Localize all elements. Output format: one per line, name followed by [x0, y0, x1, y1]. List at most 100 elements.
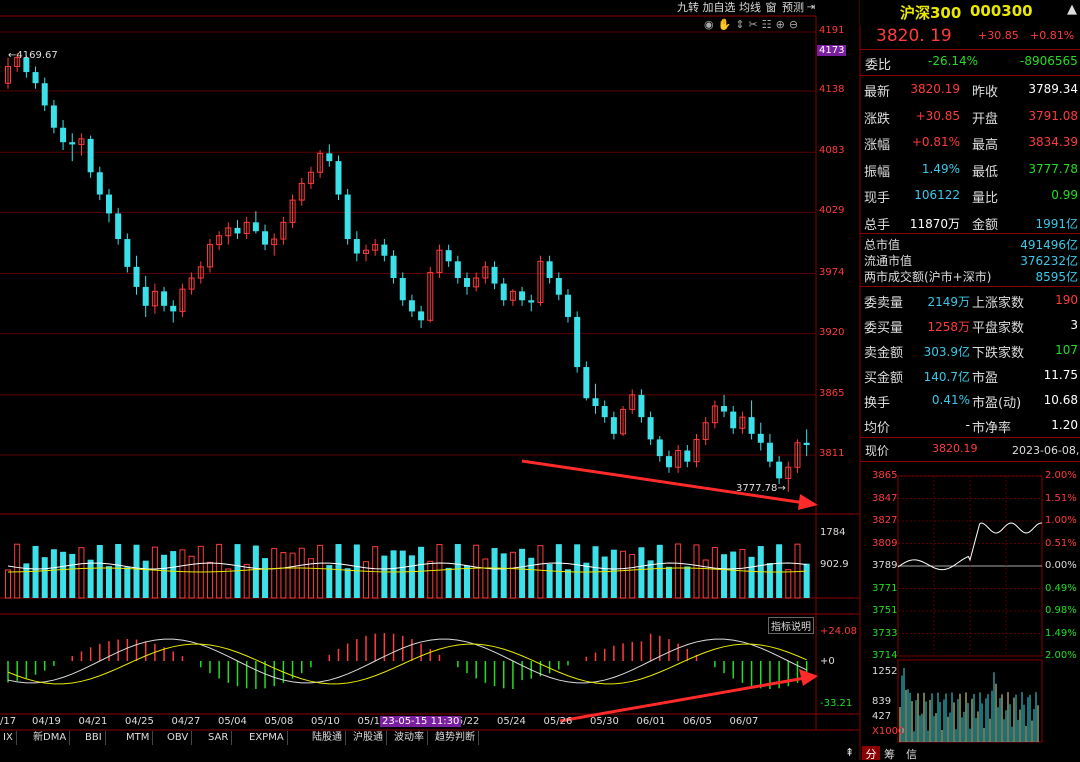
eye-icon[interactable]: ◉: [704, 18, 718, 31]
intraday-vol-label: X1000: [872, 726, 905, 737]
volume-bar: [344, 568, 351, 598]
drag-icon[interactable]: ⇕: [735, 18, 748, 31]
volume-bar: [124, 567, 131, 598]
indicator-tab[interactable]: EXPMA: [246, 731, 288, 745]
volume-bar: [133, 544, 140, 598]
volume-bar: [41, 557, 48, 598]
price-axis-label: 4191: [819, 25, 845, 36]
candle-body: [142, 286, 149, 306]
date-axis-label: 04/25: [125, 716, 154, 727]
date-axis-label: 05/26: [543, 716, 573, 727]
indicator-tab[interactable]: SAR: [205, 731, 233, 745]
volume-bar: [252, 545, 259, 598]
indicator-tab[interactable]: BBI: [82, 731, 106, 745]
indicator-tab[interactable]: 新DMA: [30, 731, 71, 745]
window-button[interactable]: 窗: [764, 0, 778, 16]
candle-body: [50, 105, 57, 128]
candle-body: [326, 153, 333, 162]
indicator-tab[interactable]: 沪股通: [350, 731, 387, 745]
candle-body: [408, 300, 415, 312]
volume-bar: [739, 548, 746, 599]
candle-body: [170, 305, 177, 312]
volume-bar: [776, 544, 783, 598]
quote-label: 买金额: [864, 371, 904, 386]
volume-bar: [307, 558, 314, 599]
quote-label: 涨幅: [864, 138, 891, 153]
ma-button[interactable]: 均线: [738, 0, 762, 16]
quote-label: 最高: [972, 138, 999, 153]
plus-icon[interactable]: ⊕: [776, 18, 789, 31]
zoom-toolbar[interactable]: ◉✋⇕✂☷⊕⊖: [704, 18, 802, 31]
quote-value: 3820.19: [910, 82, 960, 96]
hand-icon[interactable]: ✋: [718, 18, 736, 31]
date-axis-label: 04/21: [78, 716, 108, 727]
volume-bar: [491, 548, 498, 598]
date-axis-label: 05/10: [311, 716, 340, 727]
market-value: 491496亿: [1020, 238, 1078, 252]
quote-value: 11.75: [1043, 368, 1078, 382]
market-value: 8595亿: [1035, 270, 1078, 284]
tab-fen[interactable]: 分: [862, 746, 880, 761]
minus-icon[interactable]: ⊖: [789, 18, 802, 31]
index-title: 沪深300: [900, 4, 962, 22]
quote-value: 140.7亿: [923, 370, 970, 384]
quote-row: 总手 11870万 金额 1991亿: [862, 209, 1080, 235]
intraday-pct-label: 0.98%: [1045, 605, 1077, 616]
candle-body: [638, 394, 645, 418]
market-label: 两市成交额(沪市+深市): [864, 270, 992, 284]
quote-value: 3789.34: [1028, 82, 1078, 96]
add-watchlist-button[interactable]: 加自选: [702, 0, 736, 16]
volume-bar: [647, 560, 654, 598]
scissors-icon[interactable]: ✂: [749, 18, 762, 31]
indicator-tab[interactable]: OBV: [164, 731, 193, 745]
volume-bar: [601, 556, 608, 598]
indicator-tab[interactable]: 陆股通: [309, 731, 346, 745]
candle-body: [399, 278, 406, 301]
candle-body: [69, 142, 76, 145]
candle-body: [335, 161, 342, 195]
volume-bar: [675, 543, 682, 599]
price-axis-label: 4083: [819, 145, 845, 157]
volume-bar: [151, 546, 158, 599]
volume-bar: [161, 554, 168, 598]
volume-bar: [665, 566, 672, 598]
candle-body: [381, 244, 388, 256]
candle-body: [748, 417, 755, 434]
vol-axis-max: 1784: [820, 527, 846, 538]
intraday-pct-label: 2.00%: [1045, 470, 1077, 481]
candle-body: [344, 194, 351, 240]
indicator-tab[interactable]: IX: [0, 731, 17, 745]
market-label: 总市值: [864, 238, 901, 252]
volume-bar: [684, 566, 691, 598]
scroll-up-icon[interactable]: ⇞: [845, 746, 854, 759]
crosshair-date-tag: 23-05-15 11:30: [380, 716, 462, 727]
volume-bar: [610, 549, 617, 598]
volume-bar: [785, 569, 792, 599]
vol-axis-mid: 902.9: [820, 559, 849, 570]
price-axis-label: 4173: [817, 45, 847, 57]
candle-body: [96, 172, 103, 195]
volume-bar: [188, 555, 195, 599]
jiuzhuan-button[interactable]: 九转: [676, 0, 700, 16]
volume-bar: [372, 546, 379, 599]
expand-icon[interactable]: ▲: [1067, 2, 1077, 17]
quote-label: 最低: [972, 164, 999, 180]
indicator-tab[interactable]: MTM: [123, 731, 154, 745]
quote-value: 1991亿: [1035, 216, 1078, 231]
volume-bar: [702, 559, 709, 599]
price-change: +30.85: [978, 29, 1019, 42]
indicator-tab[interactable]: 波动率: [391, 731, 428, 745]
quote-row: 振幅 1.49% 最低 3777.78: [862, 156, 1080, 182]
grid-icon[interactable]: ☷: [762, 18, 776, 31]
indicator-tab[interactable]: 趋势判断: [432, 731, 479, 745]
quote-row: 均价 - 市净率 1.20: [862, 412, 1080, 437]
intraday-price-line: [897, 522, 1043, 571]
volume-bar: [280, 552, 287, 599]
volume-bar: [408, 555, 415, 598]
quote-row: 涨幅 +0.81% 最高 3834.39: [862, 129, 1080, 155]
indicator-explain-button[interactable]: 指标说明: [768, 617, 814, 634]
forecast-button[interactable]: 预测: [780, 0, 806, 16]
pin-icon[interactable]: ⇥: [806, 0, 816, 16]
volume-bar: [564, 569, 571, 598]
candle-body: [353, 239, 360, 254]
